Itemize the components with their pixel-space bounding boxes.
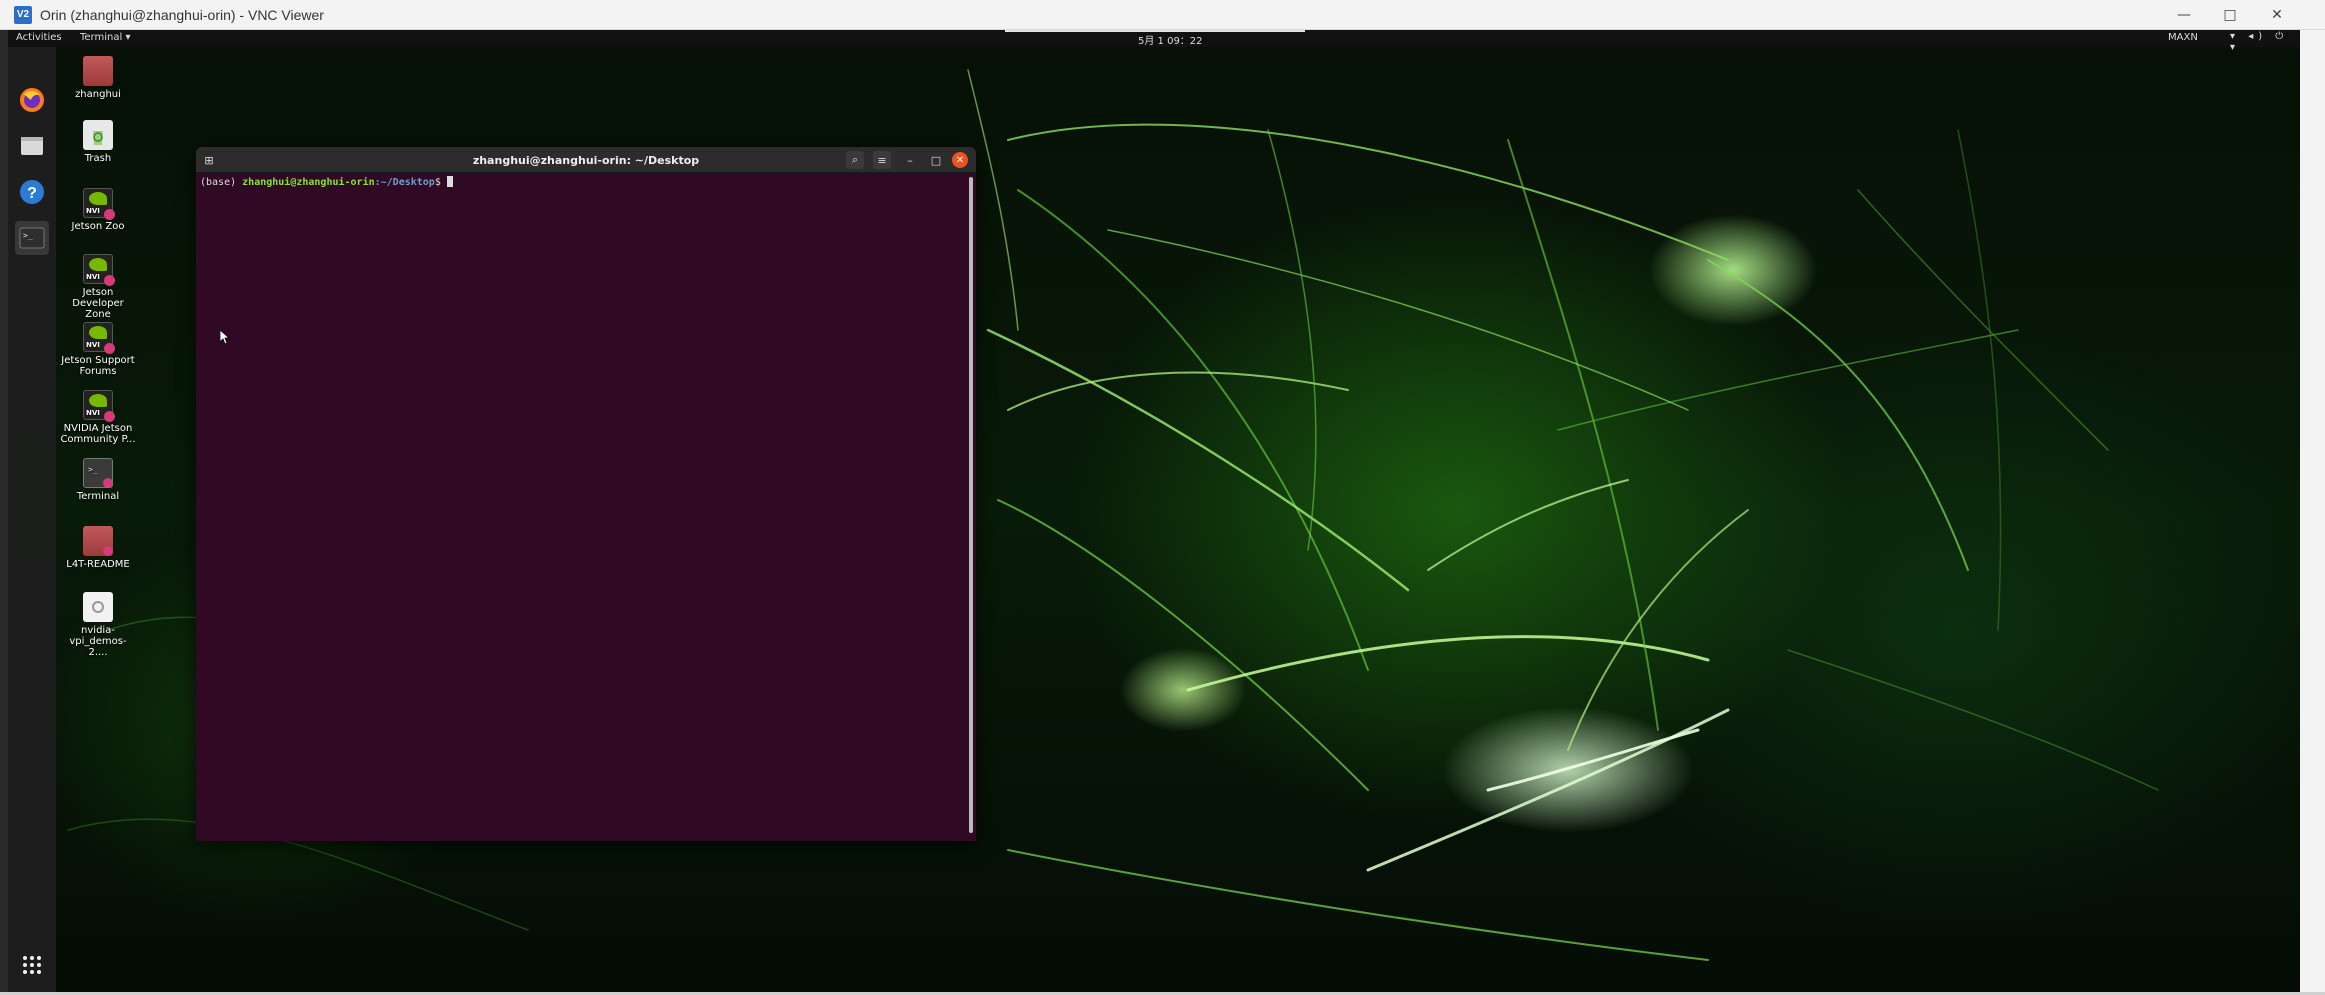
show-apps-icon[interactable] [15, 948, 49, 982]
svg-text:?: ? [27, 185, 37, 202]
hamburger-menu-icon[interactable]: ≡ [873, 151, 891, 169]
desktop-icon-label: Jetson Support Forums [61, 355, 135, 377]
desktop-icon-home[interactable]: zhanghui [60, 56, 136, 100]
terminal-scrollbar[interactable] [969, 177, 973, 833]
vnc-logo-icon: V2 [14, 5, 32, 24]
vnc-right-edge [2300, 30, 2325, 995]
close-icon[interactable]: ✕ [2254, 0, 2300, 30]
terminal-shortcut-icon: >_ [83, 458, 113, 488]
terminal-window[interactable]: ⊞ zhanghui@zhanghui-orin: ~/Desktop ⌕ ≡ … [196, 147, 976, 841]
system-topbar: Activities Terminal ▾ 5月 1 09：22 MAXN ▾ … [8, 30, 2300, 53]
terminal-minimize-icon[interactable]: – [901, 151, 919, 169]
firefox-icon[interactable] [15, 83, 49, 117]
package-icon [83, 592, 113, 622]
prompt-env: (base) [200, 177, 237, 188]
search-icon[interactable]: ⌕ [846, 151, 864, 169]
desktop-icon-label: zhanghui [75, 89, 121, 100]
nvidia-link-icon: NVI [83, 188, 115, 220]
vnc-titlebar: V2 Orin (zhanghui@zhanghui-orin) - VNC V… [0, 0, 2325, 30]
desktop-icon-trash[interactable]: Trash [60, 120, 136, 164]
remote-desktop: Activities Terminal ▾ 5月 1 09：22 MAXN ▾ … [8, 30, 2300, 992]
vnc-window-title: Orin (zhanghui@zhanghui-orin) - VNC View… [40, 6, 324, 23]
desktop-icon-terminal[interactable]: >_ Terminal [60, 458, 136, 502]
power-mode-indicator[interactable]: MAXN [2168, 32, 2198, 43]
desktop-icon-label: NVIDIA Jetson Community P... [60, 423, 136, 445]
desktop-icon-vpi-demos[interactable]: nvidia-vpi_demos-2.... [60, 592, 136, 658]
terminal-output[interactable]: (base) zhanghui@zhanghui-orin:~/Desktop$ [196, 173, 976, 192]
text-cursor [446, 176, 453, 187]
trash-icon [83, 120, 113, 150]
dock: ? >_ [8, 47, 56, 992]
maximize-icon[interactable]: □ [2207, 0, 2253, 30]
minimize-icon[interactable]: — [2161, 0, 2207, 30]
prompt-path: :~/Desktop [374, 177, 435, 188]
terminal-close-icon[interactable]: ✕ [952, 152, 968, 168]
nvidia-link-icon: NVI [83, 322, 115, 354]
prompt-user-host: zhanghui@zhanghui-orin [242, 177, 375, 188]
help-icon[interactable]: ? [15, 175, 49, 209]
desktop-icon-label: Jetson Developer Zone [72, 287, 124, 320]
system-tray[interactable]: ▾ ◂) ⏻ ▾ [2230, 31, 2300, 53]
desktop-icon-label: Jetson Zoo [71, 221, 125, 232]
nvidia-link-icon: NVI [83, 254, 115, 286]
desktop-icon-jetson-community[interactable]: NVI NVIDIA Jetson Community P... [60, 390, 136, 445]
mouse-pointer-icon [220, 330, 230, 344]
app-menu-terminal[interactable]: Terminal ▾ [80, 32, 130, 43]
nvidia-link-icon: NVI [83, 390, 115, 422]
activities-button[interactable]: Activities [16, 32, 62, 43]
home-folder-icon [83, 56, 113, 86]
desktop-icon-jetson-support-forums[interactable]: NVI Jetson Support Forums [60, 322, 136, 377]
vnc-left-edge [0, 30, 8, 992]
desktop-icon-label: nvidia-vpi_demos-2.... [69, 625, 127, 658]
desktop-icon-label: L4T-README [66, 559, 130, 570]
clock[interactable]: 5月 1 09：22 [1138, 32, 1203, 47]
desktop-icon-label: Terminal [76, 491, 120, 502]
terminal-header[interactable]: ⊞ zhanghui@zhanghui-orin: ~/Desktop ⌕ ≡ … [196, 147, 976, 173]
desktop-icon-label: Trash [84, 153, 112, 164]
terminal-maximize-icon[interactable]: □ [927, 151, 945, 169]
desktop-icon-jetson-zoo[interactable]: NVI Jetson Zoo [60, 188, 136, 232]
prompt-dollar: $ [434, 177, 441, 188]
svg-text:>_: >_ [88, 465, 98, 474]
desktop-icon-jetson-developer-zone[interactable]: NVI Jetson Developer Zone [60, 254, 136, 320]
svg-text:>_: >_ [23, 231, 33, 240]
folder-link-icon [83, 526, 113, 556]
files-icon[interactable] [15, 129, 49, 163]
terminal-icon[interactable]: >_ [15, 221, 49, 255]
desktop-icon-l4t-readme[interactable]: L4T-README [60, 526, 136, 570]
